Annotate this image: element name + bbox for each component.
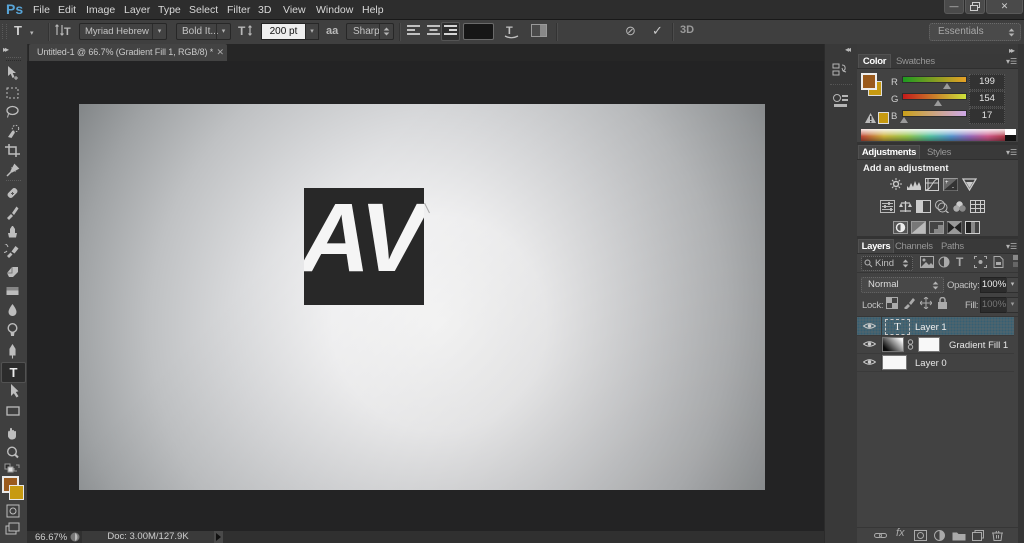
svg-text:+: + bbox=[945, 180, 949, 186]
svg-text:-: - bbox=[952, 185, 954, 191]
svg-text:T: T bbox=[64, 26, 71, 38]
svg-text:T: T bbox=[506, 25, 513, 37]
svg-text:T: T bbox=[238, 24, 246, 38]
